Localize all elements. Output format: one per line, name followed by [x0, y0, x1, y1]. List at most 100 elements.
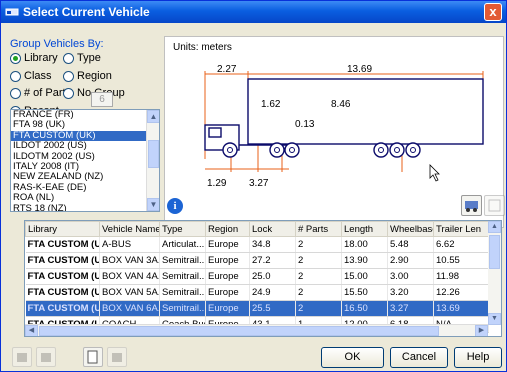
vehicle-grid: Library Vehicle Name Type Region Lock # Parts…	[25, 221, 489, 333]
scroll-up-icon[interactable]: ▲	[488, 221, 501, 233]
info-icon[interactable]: i	[167, 198, 183, 214]
window-title: Select Current Vehicle	[23, 5, 150, 19]
radio-dot	[63, 88, 74, 99]
table-cell: FTA CUSTOM (UK)	[25, 268, 100, 285]
column-header[interactable]: Vehicle Name	[99, 221, 160, 237]
export-vehicle-button[interactable]	[107, 347, 127, 367]
table-cell: FTA CUSTOM (UK)	[25, 252, 100, 269]
new-vehicle-button[interactable]	[83, 347, 103, 367]
recent-count-button[interactable]: 6	[91, 92, 113, 107]
table-cell: Semitrail...	[159, 268, 206, 285]
dim-front-overhang: 1.29	[207, 178, 227, 189]
table-cell: Europe	[205, 268, 250, 285]
scroll-thumb[interactable]	[148, 140, 159, 168]
library-scrollbar[interactable]: ▲ ▼	[146, 110, 159, 211]
delete-icon	[17, 353, 27, 362]
import-vehicle-button[interactable]	[36, 347, 56, 367]
table-cell: Semitrail...	[159, 252, 206, 269]
radio-dot	[63, 71, 74, 82]
table-cell: 2.90	[387, 252, 434, 269]
group-vehicles-panel: Group Vehicles By: Library Type Class Re…	[8, 33, 160, 223]
library-listbox[interactable]: FRANCE (FR) FTA 98 (UK) FTA CUSTOM (UK) ILD…	[10, 109, 160, 212]
dim-cab-length: 2.27	[217, 64, 237, 75]
help-button[interactable]: Help	[454, 347, 502, 368]
vehicle-details-icon	[465, 201, 478, 212]
table-cell: 2	[295, 268, 342, 285]
library-list-item[interactable]: ROA (NL)	[11, 192, 147, 203]
table-body: FTA CUSTOM (UK)A-BUSArticulat...Europe34…	[25, 236, 489, 333]
column-header[interactable]: Wheelbase	[387, 221, 434, 237]
table-cell: 6.62	[433, 236, 489, 253]
delete-vehicle-button[interactable]	[12, 347, 32, 367]
close-button[interactable]: x	[484, 3, 502, 21]
table-cell: BOX VAN 6A...	[99, 300, 160, 317]
library-list-item[interactable]: RTS 18 (NZ)	[11, 203, 147, 211]
new-document-icon	[87, 350, 98, 364]
library-items: FRANCE (FR) FTA 98 (UK) FTA CUSTOM (UK) ILD…	[11, 110, 159, 211]
table-cell: Semitrail...	[159, 300, 206, 317]
column-header[interactable]: Region	[205, 221, 250, 237]
table-cell: 16.50	[341, 300, 388, 317]
table-cell: 18.00	[341, 236, 388, 253]
table-cell: BOX VAN 3A...	[99, 252, 160, 269]
scroll-left-icon[interactable]: ◀	[25, 325, 38, 336]
scroll-thumb[interactable]	[489, 235, 500, 269]
radio-dot	[10, 53, 21, 64]
table-cell: BOX VAN 5A...	[99, 284, 160, 301]
ok-button[interactable]: OK	[321, 347, 384, 368]
table-cell: 2	[295, 300, 342, 317]
vehicle-details-button[interactable]	[461, 195, 482, 216]
dim-trailer-length: 13.69	[347, 64, 373, 75]
export-icon	[112, 353, 122, 362]
dim-trailer-wheelbase: 8.46	[331, 99, 351, 110]
table-row[interactable]: FTA CUSTOM (UK)BOX VAN 5A...Semitrail...…	[25, 284, 489, 301]
table-row[interactable]: FTA CUSTOM (UK)BOX VAN 6A...Semitrail...…	[25, 300, 489, 317]
table-cell: 24.9	[249, 284, 296, 301]
table-cell: 12.26	[433, 284, 489, 301]
scroll-thumb[interactable]	[39, 326, 439, 336]
column-header[interactable]: Type	[159, 221, 206, 237]
table-row[interactable]: FTA CUSTOM (UK)A-BUSArticulat...Europe34…	[25, 236, 489, 253]
column-header[interactable]: Trailer Len	[433, 221, 489, 237]
group-by-label: Group Vehicles By:	[10, 38, 104, 50]
column-header[interactable]: Length	[341, 221, 388, 237]
truck-drawing	[204, 71, 484, 182]
import-icon	[41, 353, 51, 362]
vehicle-diagram: Units: meters 2.27 13.69 1.62 8.46 0.13 …	[164, 36, 504, 228]
edit-icon	[488, 199, 501, 212]
scroll-down-icon[interactable]: ▼	[488, 313, 501, 325]
dim-coupling-offset: 1.62	[261, 99, 281, 110]
table-cell: FTA CUSTOM (UK)	[25, 300, 100, 317]
table-cell: 2	[295, 236, 342, 253]
table-row[interactable]: FTA CUSTOM (UK)BOX VAN 4A...Semitrail...…	[25, 268, 489, 285]
table-cell: A-BUS	[99, 236, 160, 253]
table-cell: 27.2	[249, 252, 296, 269]
scroll-up-icon[interactable]: ▲	[147, 110, 159, 123]
column-header[interactable]: Lock	[249, 221, 296, 237]
dialog-window: Select Current Vehicle x Group Vehicles …	[0, 0, 507, 372]
table-horizontal-scrollbar[interactable]: ◀ ▶	[25, 324, 488, 336]
dim-tractor-wheelbase: 3.27	[249, 178, 269, 189]
library-list-item[interactable]: ILDOT 2002 (US)	[11, 140, 147, 151]
column-header[interactable]: # Parts	[295, 221, 342, 237]
vehicle-app-icon	[5, 8, 19, 16]
column-header[interactable]: Library	[25, 221, 100, 237]
vehicle-table[interactable]: Library Vehicle Name Type Region Lock # Parts…	[24, 220, 502, 337]
table-cell: Semitrail...	[159, 284, 206, 301]
table-row[interactable]: FTA CUSTOM (UK)BOX VAN 3A...Semitrail...…	[25, 252, 489, 269]
table-header-row: Library Vehicle Name Type Region Lock # Parts…	[25, 221, 489, 237]
title-bar[interactable]: Select Current Vehicle x	[1, 1, 506, 23]
scroll-right-icon[interactable]: ▶	[475, 325, 488, 336]
edit-vehicle-button[interactable]	[484, 195, 505, 216]
table-cell: 5.48	[387, 236, 434, 253]
radio-dot	[63, 53, 74, 64]
table-cell: Europe	[205, 236, 250, 253]
cancel-button[interactable]: Cancel	[390, 347, 448, 368]
table-cell: 34.8	[249, 236, 296, 253]
table-cell: 10.55	[433, 252, 489, 269]
scroll-down-icon[interactable]: ▼	[147, 198, 159, 211]
table-cell: 25.5	[249, 300, 296, 317]
table-cell: Europe	[205, 300, 250, 317]
table-vertical-scrollbar[interactable]: ▲ ▼	[488, 221, 501, 325]
table-cell: 2	[295, 284, 342, 301]
